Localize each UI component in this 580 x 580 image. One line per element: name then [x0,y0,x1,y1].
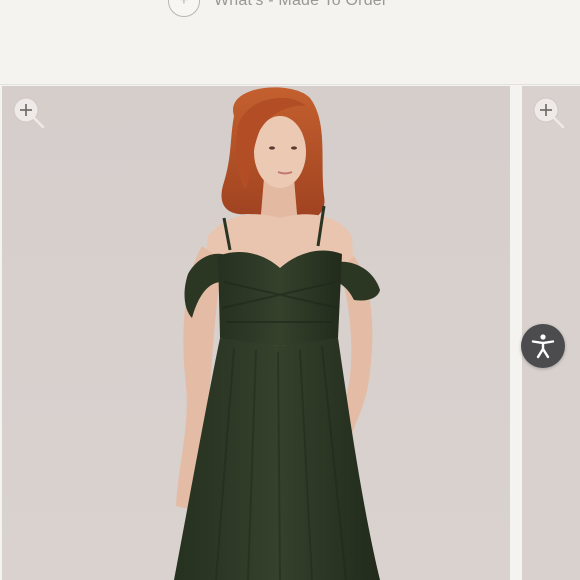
made-to-order-text: What's - Made To Order [214,0,388,9]
product-image-main[interactable] [2,86,510,580]
made-to-order-note: + What's - Made To Order [168,0,388,17]
zoom-in-icon[interactable] [12,96,46,130]
accessibility-icon [531,334,555,359]
info-icon[interactable]: + [168,0,200,17]
product-photo [2,86,510,580]
accessibility-button[interactable] [521,324,565,368]
top-bar: + What's - Made To Order [0,0,580,84]
divider [0,84,580,85]
zoom-in-icon[interactable] [532,96,566,130]
